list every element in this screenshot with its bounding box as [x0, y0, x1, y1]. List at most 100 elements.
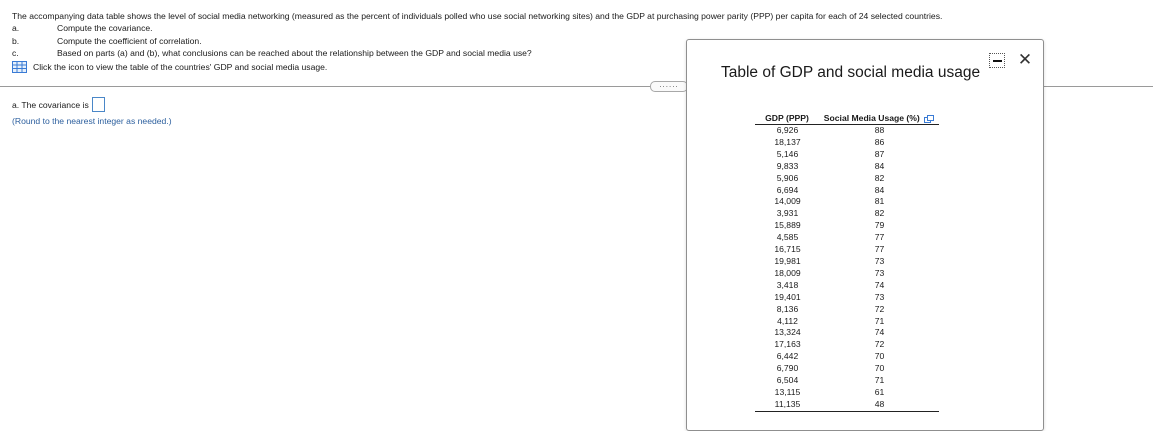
- popup-title: Table of GDP and social media usage: [721, 64, 981, 81]
- social-media-cell: 48: [820, 398, 939, 412]
- gdp-cell: 4,585: [776, 232, 799, 243]
- social-media-cell: 61: [874, 386, 885, 397]
- table-row: 6,504 71: [755, 375, 939, 387]
- social-media-cell: 77: [874, 232, 885, 243]
- social-media-cell: 72: [874, 303, 885, 314]
- part-c: c. Based on parts (a) and (b), what conc…: [12, 47, 532, 60]
- part-letter: b.: [12, 35, 20, 46]
- table-row: 18,009 73: [755, 268, 939, 280]
- social-media-cell: 74: [874, 279, 885, 290]
- table-row: 13,324 74: [755, 327, 939, 339]
- social-media-cell: 73: [874, 255, 885, 266]
- gdp-cell: 16,715: [774, 244, 801, 255]
- gdp-cell: 13,115: [774, 386, 801, 397]
- part-letter: a.: [12, 23, 20, 33]
- minimize-icon: [993, 60, 1002, 62]
- table-row: 19,401 73: [755, 292, 939, 304]
- question-intro: The accompanying data table shows the le…: [12, 11, 943, 21]
- column-header-social-media-label: Social Media Usage (%): [823, 113, 920, 123]
- social-media-cell: 71: [874, 315, 885, 326]
- table-row: 6,926 88: [755, 125, 939, 137]
- part-text: Compute the coefficient of correlation.: [57, 35, 202, 46]
- gdp-cell: 11,135: [755, 398, 820, 412]
- gdp-cell: 6,790: [776, 363, 799, 374]
- close-button[interactable]: ✕: [1017, 51, 1033, 68]
- minimize-button[interactable]: [989, 53, 1005, 68]
- part-b: b. Compute the coefficient of correlatio…: [12, 35, 532, 48]
- social-media-cell: 81: [874, 196, 885, 207]
- gdp-cell: 4,112: [777, 315, 798, 326]
- table-row: 6,790 70: [755, 363, 939, 375]
- social-media-cell: 73: [874, 291, 885, 302]
- table-row: 18,137 86: [755, 137, 939, 149]
- table-header-row: GDP (PPP) Social Media Usage (%): [755, 113, 939, 125]
- social-media-cell: 79: [874, 220, 885, 231]
- social-media-cell: 70: [874, 351, 885, 362]
- gdp-cell: 3,931: [776, 208, 799, 219]
- part-letter: c.: [12, 48, 19, 58]
- table-row: 19,981 73: [755, 256, 939, 268]
- gdp-cell: 13,324: [774, 327, 801, 338]
- part-text: Compute the covariance.: [57, 23, 153, 33]
- section-divider-right: [1043, 86, 1153, 87]
- gdp-cell: 6,926: [776, 125, 799, 135]
- answer-label: a. The covariance is: [12, 99, 89, 110]
- social-media-cell: 72: [874, 339, 885, 350]
- gdp-cell: 9,833: [776, 160, 799, 171]
- expand-handle[interactable]: ......: [650, 81, 688, 92]
- table-row: 11,135 48: [755, 398, 939, 412]
- social-media-cell: 84: [874, 184, 885, 195]
- gdp-cell: 5,906: [776, 172, 799, 183]
- table-row: 13,115 61: [755, 387, 939, 399]
- table-row: 9,833 84: [755, 161, 939, 173]
- rounding-hint: (Round to the nearest integer as needed.…: [12, 116, 172, 126]
- column-header-gdp: GDP (PPP): [755, 113, 820, 125]
- social-media-cell: 77: [874, 244, 885, 255]
- table-icon[interactable]: [12, 61, 27, 73]
- data-table-popup: Table of GDP and social media usage ✕ GD…: [686, 39, 1044, 431]
- gdp-cell: 19,981: [774, 255, 801, 266]
- gdp-cell: 8,136: [776, 303, 799, 314]
- gdp-cell: 18,137: [774, 136, 801, 147]
- table-link-text: Click the icon to view the table of the …: [33, 62, 328, 72]
- gdp-cell: 19,401: [774, 291, 801, 302]
- copy-icon[interactable]: [924, 114, 935, 123]
- table-row: 5,906 82: [755, 173, 939, 185]
- table-row: 15,889 79: [755, 220, 939, 232]
- table-row: 4,585 77: [755, 232, 939, 244]
- table-row: 3,931 82: [755, 208, 939, 220]
- social-media-cell: 70: [874, 363, 885, 374]
- social-media-cell: 82: [874, 172, 885, 183]
- table-link-row: Click the icon to view the table of the …: [12, 61, 327, 73]
- part-text: Based on parts (a) and (b), what conclus…: [57, 48, 532, 58]
- table-row: 8,136 72: [755, 304, 939, 316]
- table-row: 4,112 71: [755, 316, 939, 328]
- gdp-cell: 18,009: [774, 267, 801, 278]
- table-row: 16,715 77: [755, 244, 939, 256]
- gdp-cell: 5,146: [776, 148, 799, 159]
- social-media-cell: 73: [874, 267, 885, 278]
- gdp-cell: 6,504: [776, 375, 799, 386]
- question-parts: a. Compute the covariance. b. Compute th…: [12, 22, 532, 60]
- gdp-cell: 15,889: [774, 220, 801, 231]
- social-media-cell: 74: [874, 327, 885, 338]
- column-header-social-media: Social Media Usage (%): [820, 113, 939, 125]
- social-media-cell: 86: [874, 136, 885, 147]
- table-row: 6,442 70: [755, 351, 939, 363]
- table-row: 5,146 87: [755, 149, 939, 161]
- social-media-cell: 82: [874, 208, 885, 219]
- social-media-cell: 87: [874, 148, 885, 159]
- social-media-cell: 88: [874, 125, 885, 135]
- gdp-cell: 14,009: [774, 196, 801, 207]
- social-media-cell: 71: [874, 375, 885, 386]
- table-row: 3,418 74: [755, 280, 939, 292]
- gdp-cell: 17,163: [774, 339, 801, 350]
- gdp-cell: 3,418: [776, 279, 799, 290]
- section-divider: [0, 86, 650, 87]
- table-row: 14,009 81: [755, 196, 939, 208]
- part-a: a. Compute the covariance.: [12, 22, 532, 35]
- table-row: 17,163 72: [755, 339, 939, 351]
- gdp-cell: 6,694: [776, 184, 799, 195]
- covariance-input[interactable]: [91, 97, 105, 112]
- social-media-cell: 84: [874, 160, 885, 171]
